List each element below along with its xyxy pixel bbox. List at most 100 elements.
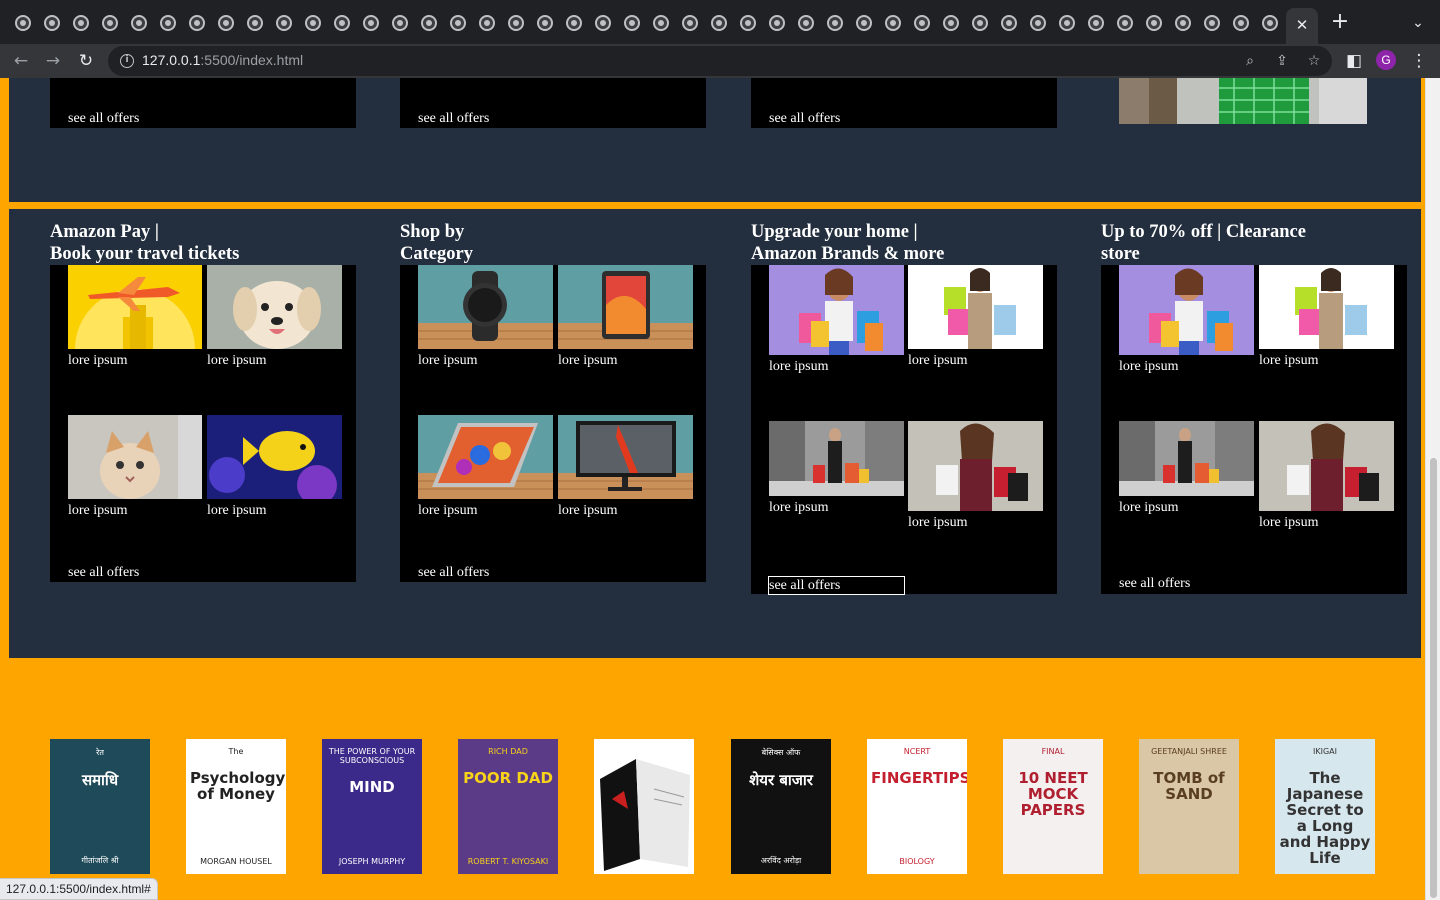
shopping-woman-image[interactable]	[769, 265, 904, 355]
book-cover[interactable]: रेत समाधि गीतांजलि श्री	[50, 739, 150, 874]
tab-favicon-icon[interactable]	[1262, 15, 1278, 31]
shopping-woman-white-image[interactable]	[1259, 265, 1394, 349]
tab-favicon-icon[interactable]	[1204, 15, 1220, 31]
tab-favicon-icon[interactable]	[827, 15, 843, 31]
tab-favicon-icon[interactable]	[1117, 15, 1133, 31]
item-caption: lore ipsum	[558, 353, 618, 368]
tablet-image[interactable]	[558, 265, 693, 349]
tab-favicon-icon[interactable]	[624, 15, 640, 31]
tab-favicon-icon[interactable]	[1059, 15, 1075, 31]
reload-icon[interactable]: ↻	[73, 48, 99, 74]
see-all-offers-link[interactable]: see all offers	[418, 111, 489, 127]
tab-favicon-icon[interactable]	[421, 15, 437, 31]
tab-favicon-icon[interactable]	[73, 15, 89, 31]
tab-favicon-icon[interactable]	[334, 15, 350, 31]
tab-favicon-icon[interactable]	[885, 15, 901, 31]
forward-icon[interactable]: →	[40, 48, 66, 74]
tab-favicon-icon[interactable]	[1233, 15, 1249, 31]
tab-favicon-icon[interactable]	[247, 15, 263, 31]
tab-favicon-icon[interactable]	[537, 15, 553, 31]
see-all-offers-link[interactable]: see all offers	[68, 565, 139, 581]
item-caption: lore ipsum	[769, 500, 829, 515]
url-text[interactable]: 127.0.0.1:5500/index.html	[142, 52, 303, 68]
book-cover[interactable]: NCERT FINGERTIPS BIOLOGY	[867, 739, 967, 874]
tab-favicon-icon[interactable]	[1146, 15, 1162, 31]
book-cover[interactable]: GEETANJALI SHREE TOMB of SAND	[1139, 739, 1239, 874]
tab-favicon-icon[interactable]	[276, 15, 292, 31]
new-tab-button[interactable]: +	[1328, 10, 1352, 34]
book-cover[interactable]	[594, 739, 694, 874]
airplane-image[interactable]	[68, 265, 202, 349]
tab-search-icon[interactable]: ⌄	[1406, 12, 1430, 36]
tab-favicon-icon[interactable]	[1001, 15, 1017, 31]
shopping-woman-image[interactable]	[1119, 265, 1254, 355]
tab-favicon-icon[interactable]	[160, 15, 176, 31]
tab-favicon-icon[interactable]	[15, 15, 31, 31]
street-shopping-image[interactable]	[1119, 421, 1254, 496]
tab-favicon-icon[interactable]	[943, 15, 959, 31]
street-shopping-image[interactable]	[769, 421, 904, 496]
card-upgrade-home: lore ipsum lore ipsum lore ipsum lore ip…	[751, 265, 1057, 595]
tab-favicon-icon[interactable]	[1175, 15, 1191, 31]
book-cover[interactable]: IKIGAI The Japanese Secret to a Long and …	[1275, 739, 1375, 874]
tab-favicon-icon[interactable]	[856, 15, 872, 31]
zoom-icon[interactable]: ⌕	[1238, 49, 1262, 73]
share-icon[interactable]: ⇪	[1270, 49, 1294, 73]
tab-favicon-icon[interactable]	[769, 15, 785, 31]
dog-image[interactable]	[207, 265, 342, 349]
menu-kebab-icon[interactable]: ⋮	[1406, 48, 1432, 74]
tab-favicon-icon[interactable]	[1088, 15, 1104, 31]
tab-favicon-icon[interactable]	[972, 15, 988, 31]
side-panel-icon[interactable]: ◧	[1341, 48, 1367, 74]
book-cover[interactable]: FINAL 10 NEET MOCK PAPERS	[1003, 739, 1103, 874]
tab-favicon-icon[interactable]	[44, 15, 60, 31]
tab-favicon-icon[interactable]	[479, 15, 495, 31]
book-cover[interactable]: बेसिक्स ऑफ शेयर बाजार अरविंद अरोड़ा	[731, 739, 831, 874]
book-cover[interactable]: The Psychology of Money MORGAN HOUSEL	[186, 739, 286, 874]
address-bar[interactable]: i 127.0.0.1:5500/index.html ⌕ ⇪ ☆	[108, 46, 1332, 76]
close-tab-icon[interactable]: ✕	[1296, 16, 1309, 34]
woman-red-bags-image[interactable]	[908, 421, 1043, 511]
tab-favicon-icon[interactable]	[914, 15, 930, 31]
bookmark-star-icon[interactable]: ☆	[1302, 49, 1326, 73]
book-cover[interactable]: RICH DAD POOR DAD ROBERT T. KIYOSAKI	[458, 739, 558, 874]
laptop-image[interactable]	[418, 415, 553, 499]
tab-favicon-icon[interactable]	[508, 15, 524, 31]
smartwatch-image[interactable]	[418, 265, 553, 349]
see-all-offers-link[interactable]: see all offers	[769, 111, 840, 127]
site-info-icon[interactable]: i	[120, 54, 134, 68]
see-all-offers-link[interactable]: see all offers	[418, 565, 489, 581]
tab-favicon-icon[interactable]	[305, 15, 321, 31]
avatar[interactable]: G	[1376, 50, 1396, 70]
tab-favicon-icon[interactable]	[218, 15, 234, 31]
tab-favicon-icon[interactable]	[363, 15, 379, 31]
fish-image[interactable]	[207, 415, 342, 499]
see-all-offers-link[interactable]: see all offers	[68, 111, 139, 127]
tab-favicon-icon[interactable]	[102, 15, 118, 31]
book-author: BIOLOGY	[899, 857, 935, 866]
tab-favicon-icon[interactable]	[450, 15, 466, 31]
active-tab[interactable]: ✕	[1286, 8, 1318, 44]
book-cover[interactable]: THE POWER OF YOUR SUBCONSCIOUS MIND JOSEPH…	[322, 739, 422, 874]
shopping-woman-white-image[interactable]	[908, 265, 1043, 349]
tab-favicon-icon[interactable]	[711, 15, 727, 31]
tab-favicon-icon[interactable]	[189, 15, 205, 31]
page-scrollbar[interactable]	[1425, 78, 1440, 900]
tab-favicon-icon[interactable]	[595, 15, 611, 31]
see-all-offers-link[interactable]: see all offers	[768, 576, 905, 595]
woman-red-bags-image[interactable]	[1259, 421, 1394, 511]
see-all-offers-link[interactable]: see all offers	[1119, 576, 1190, 592]
tab-favicon-icon[interactable]	[131, 15, 147, 31]
tab-favicon-icon[interactable]	[1030, 15, 1046, 31]
tab-favicon-icon[interactable]	[566, 15, 582, 31]
tab-favicon-icon[interactable]	[392, 15, 408, 31]
tab-favicon-icon[interactable]	[682, 15, 698, 31]
monitor-image[interactable]	[558, 415, 693, 499]
cat-image[interactable]	[68, 415, 202, 499]
tab-favicon-icon[interactable]	[798, 15, 814, 31]
back-icon[interactable]: ←	[8, 48, 34, 74]
tab-favicon-icon[interactable]	[653, 15, 669, 31]
item-caption: lore ipsum	[207, 503, 267, 518]
tab-favicon-icon[interactable]	[740, 15, 756, 31]
scrollbar-thumb[interactable]	[1430, 458, 1437, 898]
